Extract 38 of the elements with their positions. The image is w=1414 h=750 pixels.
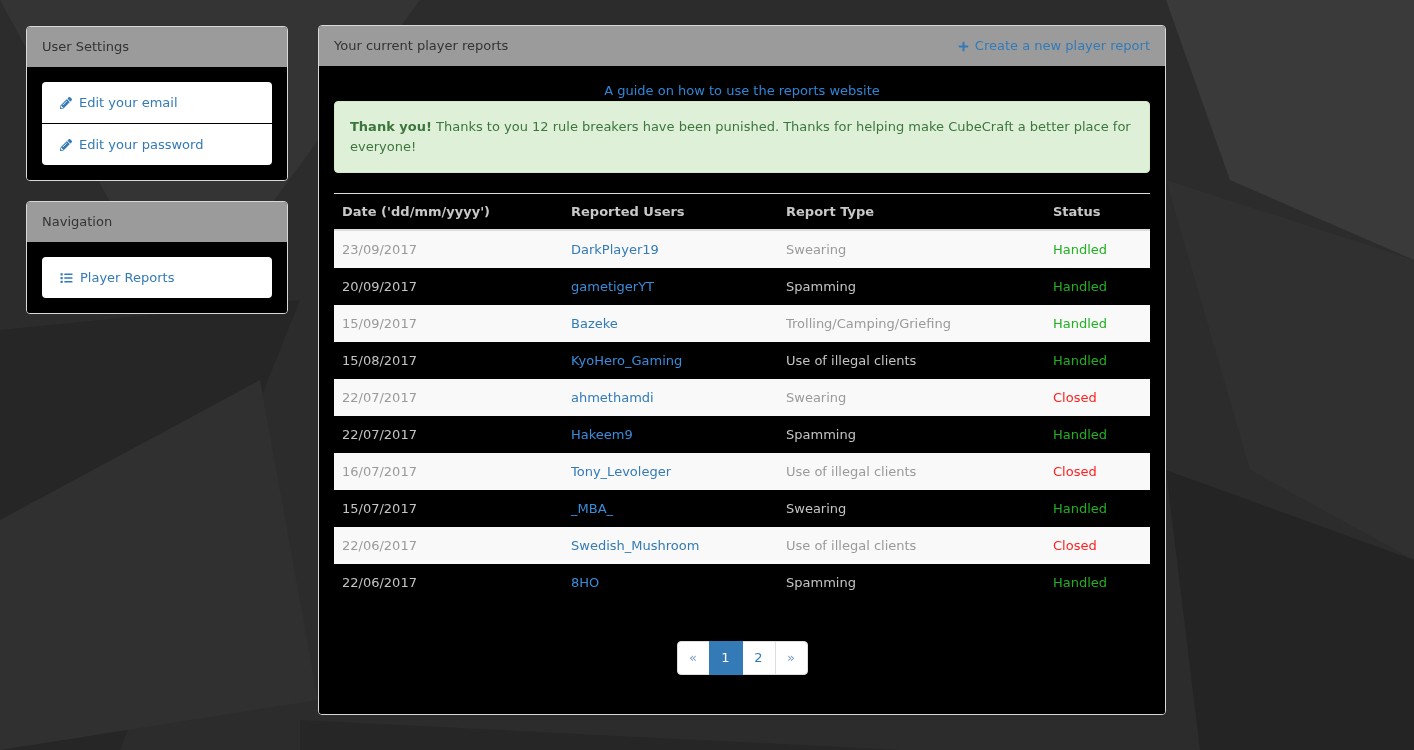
column-header: Status — [1052, 202, 1102, 221]
table-cell-text: 22/07/2017 — [341, 425, 418, 444]
table-cell-text: Swearing — [786, 388, 847, 407]
table-cell-text: Spamming — [786, 573, 856, 592]
status-text: Handled — [1053, 351, 1108, 370]
status-text: Handled — [1053, 425, 1108, 444]
status-text: Closed — [1053, 536, 1097, 555]
status-text: Closed — [1053, 462, 1097, 481]
panel-title: Your current player reports — [334, 37, 509, 56]
panel-title: User Settings — [42, 38, 130, 57]
table-cell-text: Spamming — [786, 277, 856, 296]
table-cell-text: 15/09/2017 — [341, 314, 418, 333]
status-text: Handled — [1053, 314, 1108, 333]
table-cell-text: 15/07/2017 — [341, 499, 418, 518]
table-cell-text: Swearing — [786, 499, 847, 518]
status-text: Closed — [1053, 388, 1097, 407]
status-text: Handled — [1053, 499, 1108, 518]
column-header: Date ('dd/mm/yyyy') — [341, 202, 492, 221]
table-cell-text: 22/06/2017 — [341, 573, 418, 592]
table-cell-text: Trolling/Camping/Griefing — [786, 314, 951, 333]
status-text: Handled — [1053, 573, 1108, 592]
table-cell-text: 23/09/2017 — [341, 240, 418, 259]
column-header: Report Type — [785, 202, 876, 221]
table-cell-text: 20/09/2017 — [341, 277, 418, 296]
table-cell-text: 22/06/2017 — [341, 536, 418, 555]
status-text: Handled — [1053, 277, 1108, 296]
table-cell-text: Use of illegal clients — [786, 462, 917, 481]
table-cell-text: Use of illegal clients — [786, 536, 917, 555]
panel-title: Navigation — [42, 213, 113, 232]
table-cell-text: 15/08/2017 — [341, 351, 418, 370]
status-text: Handled — [1053, 240, 1108, 259]
table-cell-text: 22/07/2017 — [341, 388, 418, 407]
column-header: Reported Users — [570, 202, 686, 221]
table-cell-text: 16/07/2017 — [341, 462, 418, 481]
table-cell-text: Spamming — [786, 425, 856, 444]
alert-message: Thank you! Thanks to you 12 rule breakers have been punished. Thanks for helping make CubeCraft a better place for everyone! — [350, 119, 1131, 154]
table-cell-text: Swearing — [786, 240, 847, 259]
table-cell-text: Use of illegal clients — [786, 351, 917, 370]
